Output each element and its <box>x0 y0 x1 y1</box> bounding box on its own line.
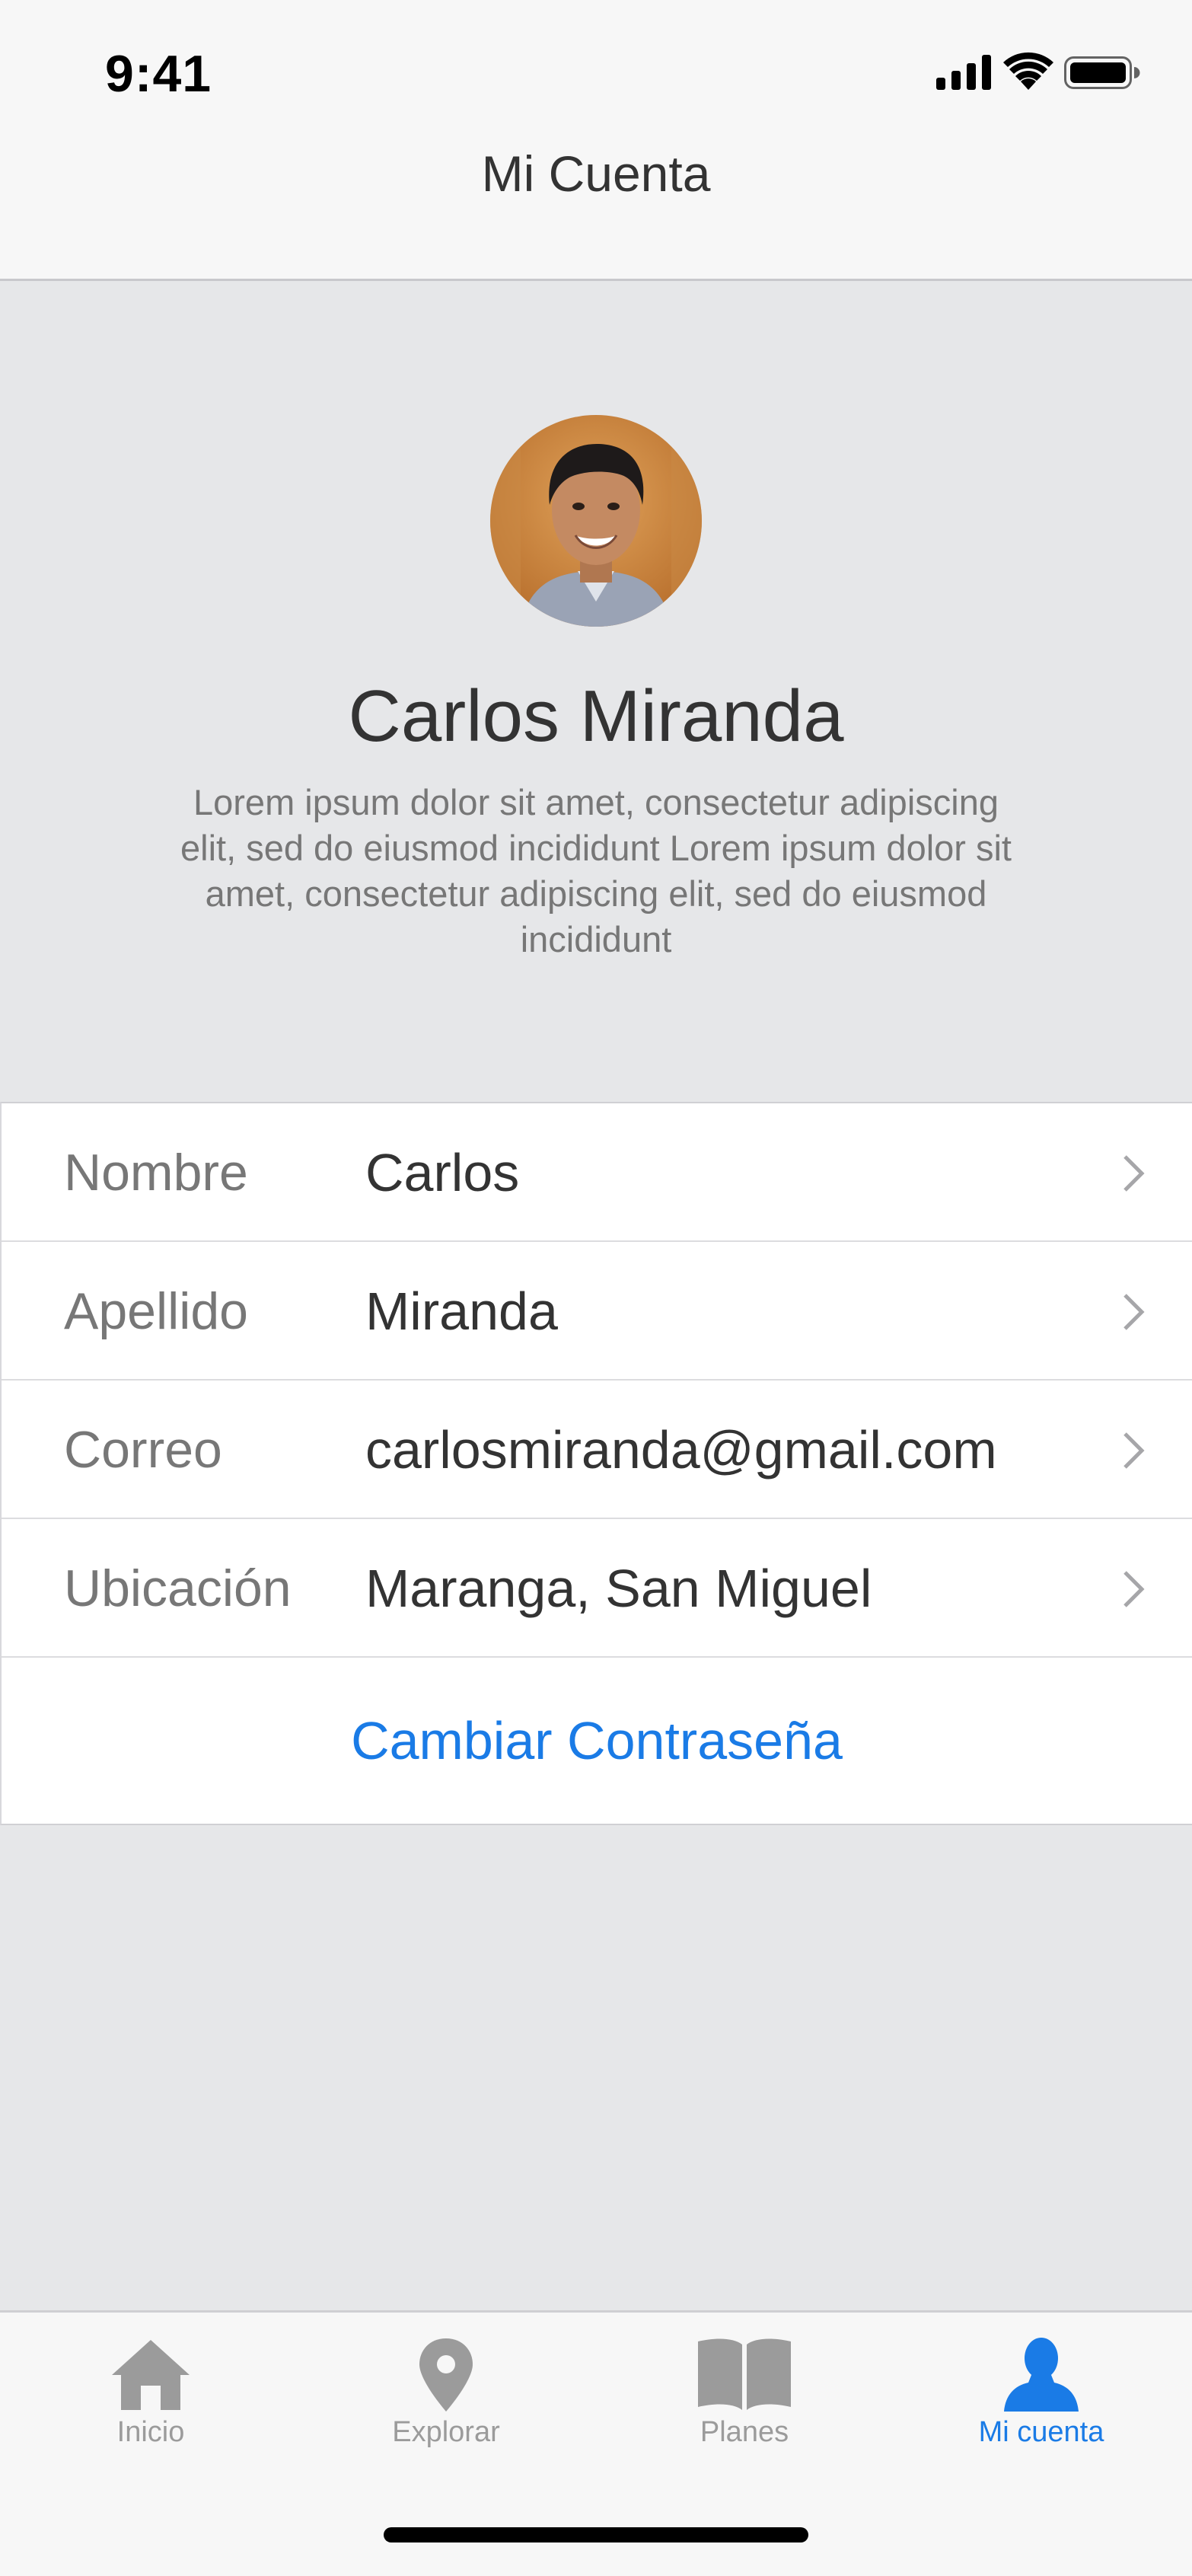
page-title: Mi Cuenta <box>481 145 711 202</box>
chevron-right-icon <box>1123 1571 1145 1607</box>
cellular-signal-icon <box>936 55 991 90</box>
tab-label: Mi cuenta <box>978 2416 1104 2448</box>
tab-inicio[interactable]: Inicio <box>37 2335 265 2449</box>
chevron-right-icon <box>1123 1294 1145 1330</box>
change-password-row: Cambiar Contraseña <box>2 1658 1192 1824</box>
status-bar: 9:41 <box>0 0 1192 145</box>
nav-bar: Mi Cuenta <box>0 145 1192 281</box>
field-label: Apellido <box>64 1282 248 1340</box>
battery-icon <box>1064 56 1140 89</box>
field-row-apellido[interactable]: Apellido Miranda <box>2 1242 1192 1381</box>
chevron-right-icon <box>1123 1432 1145 1469</box>
chevron-right-icon <box>1123 1155 1145 1192</box>
tab-mi-cuenta[interactable]: Mi cuenta <box>927 2335 1155 2449</box>
field-value: Carlos <box>365 1143 520 1202</box>
profile-name: Carlos Miranda <box>348 675 844 757</box>
field-row-correo[interactable]: Correo carlosmiranda@gmail.com <box>2 1381 1192 1519</box>
field-label: Correo <box>64 1421 222 1479</box>
home-icon <box>112 2340 190 2410</box>
field-row-ubicacion[interactable]: Ubicación Maranga, San Miguel <box>2 1519 1192 1658</box>
user-icon <box>1004 2338 1079 2412</box>
field-value: carlosmiranda@gmail.com <box>365 1420 997 1480</box>
profile-bio: Lorem ipsum dolor sit amet, consectetur … <box>180 782 1012 959</box>
location-pin-icon <box>419 2338 473 2412</box>
change-password-button[interactable]: Cambiar Contraseña <box>351 1710 843 1771</box>
wifi-icon <box>1003 52 1053 90</box>
status-icons <box>936 52 1140 90</box>
avatar <box>490 415 702 627</box>
tab-label: Explorar <box>392 2416 500 2448</box>
tab-label: Inicio <box>116 2416 185 2448</box>
field-label: Ubicación <box>64 1559 292 1617</box>
field-row-nombre[interactable]: Nombre Carlos <box>2 1103 1192 1242</box>
field-label: Nombre <box>64 1144 248 1202</box>
field-value: Miranda <box>365 1282 558 1341</box>
profile-header: Carlos Miranda Lorem ipsum dolor sit ame… <box>0 281 1192 1103</box>
status-time: 9:41 <box>105 45 212 103</box>
field-value: Maranga, San Miguel <box>365 1559 872 1618</box>
tab-label: Planes <box>700 2416 789 2448</box>
account-info-list: Nombre Carlos Apellido Miranda Correo ca… <box>0 1102 1192 1825</box>
tab-planes[interactable]: Planes <box>630 2335 859 2449</box>
tab-explorar[interactable]: Explorar <box>332 2335 560 2449</box>
home-indicator[interactable] <box>384 2527 808 2542</box>
book-icon <box>698 2338 791 2410</box>
